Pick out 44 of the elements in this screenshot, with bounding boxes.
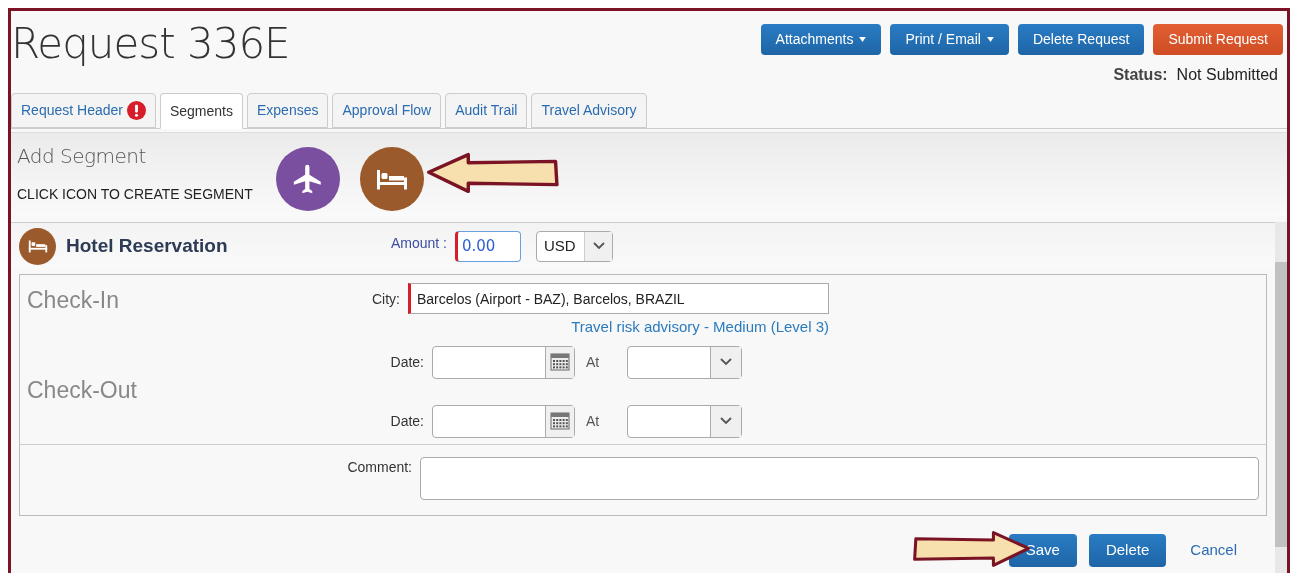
date-field[interactable] bbox=[432, 345, 575, 379]
chevron-down-icon bbox=[720, 417, 732, 425]
toolbar-button[interactable]: Attachments bbox=[760, 24, 882, 55]
amount-label: Amount : bbox=[389, 233, 448, 253]
tab[interactable]: Segments bbox=[159, 93, 243, 129]
toolbar-button[interactable]: Delete Request bbox=[1017, 24, 1145, 55]
calendar-icon[interactable] bbox=[550, 353, 570, 371]
time-select[interactable] bbox=[627, 404, 742, 438]
toolbar-button[interactable]: Submit Request bbox=[1153, 24, 1283, 55]
add-segment-hint: CLICK ICON TO CREATE SEGMENT bbox=[17, 185, 253, 204]
status-value: Not Submitted bbox=[1176, 65, 1278, 85]
comment-label: Comment: bbox=[346, 457, 413, 477]
cancel-link[interactable]: Cancel bbox=[1178, 533, 1249, 567]
city-label: City: bbox=[372, 290, 401, 309]
page-title: Request 336E bbox=[11, 23, 290, 70]
tab[interactable]: Travel Advisory bbox=[531, 93, 647, 128]
tab[interactable]: Request Header bbox=[11, 93, 156, 128]
calendar-icon[interactable] bbox=[550, 412, 570, 430]
tab[interactable]: Approval Flow bbox=[332, 93, 442, 128]
tab[interactable]: Expenses bbox=[247, 93, 329, 128]
status-label: Status: bbox=[1113, 65, 1168, 85]
date-label: Date: bbox=[389, 352, 425, 372]
tab[interactable]: Audit Trail bbox=[445, 93, 528, 128]
form-button[interactable]: Delete bbox=[1088, 533, 1167, 567]
section-heading: Check-In bbox=[26, 286, 121, 315]
chevron-down-icon bbox=[720, 358, 732, 366]
date-field[interactable] bbox=[432, 404, 575, 438]
at-label: At bbox=[585, 352, 601, 372]
at-label: At bbox=[585, 411, 601, 431]
city-field[interactable]: Barcelos (Airport - BAZ), Barcelos, BRAZIL bbox=[408, 283, 829, 314]
caret-icon bbox=[859, 37, 867, 42]
hotel-title: Hotel Reservation bbox=[66, 233, 229, 258]
toolbar-button[interactable]: Print / Email bbox=[890, 24, 1009, 55]
advisory-link[interactable]: Travel risk advisory - Medium (Level 3) bbox=[571, 316, 829, 339]
currency-select[interactable]: USD bbox=[536, 230, 613, 262]
caret-icon bbox=[986, 37, 994, 42]
amount-field[interactable]: 0.00 bbox=[455, 230, 521, 262]
date-label: Date: bbox=[389, 411, 425, 431]
alert-icon bbox=[126, 101, 146, 120]
time-select[interactable] bbox=[627, 345, 742, 379]
add-segment-title: Add Segment bbox=[17, 143, 147, 170]
section-heading: Check-Out bbox=[26, 376, 138, 403]
comment-field[interactable] bbox=[420, 456, 1259, 500]
chevron-down-icon bbox=[592, 242, 605, 250]
